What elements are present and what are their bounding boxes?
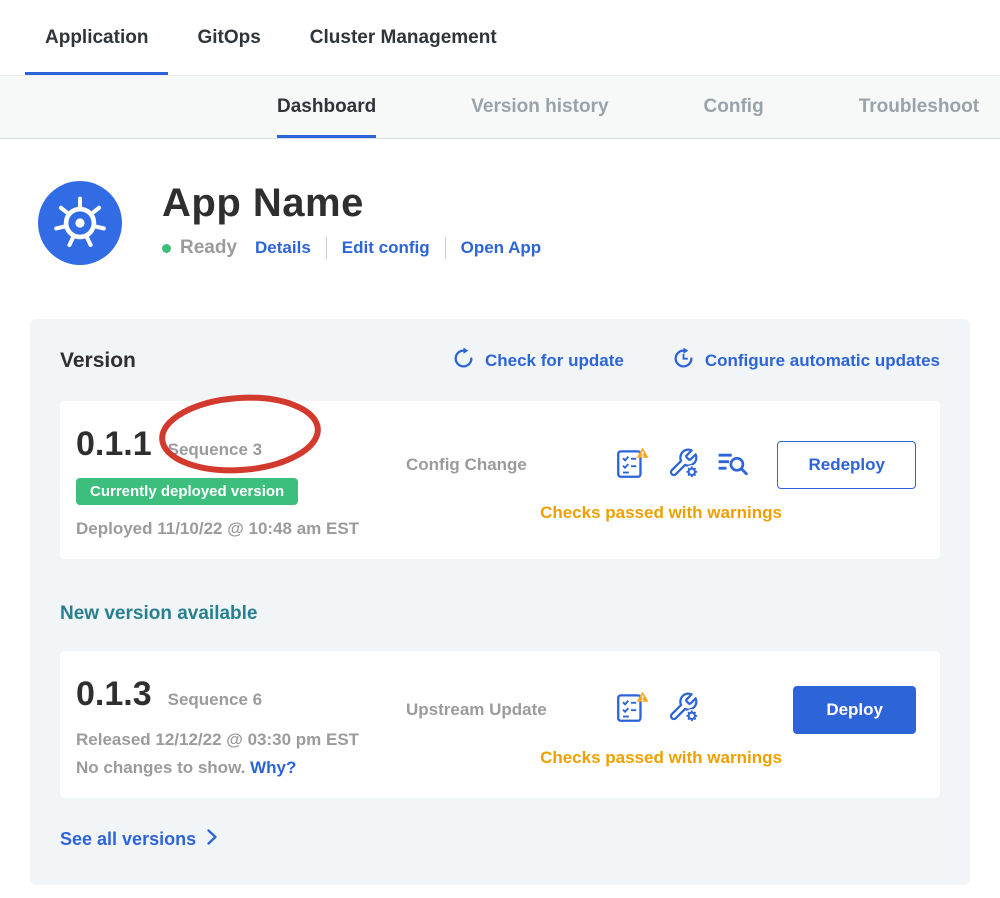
edit-config-link[interactable]: Edit config (342, 238, 430, 258)
why-link[interactable]: Why? (250, 758, 296, 777)
app-header-text: App Name Ready Details Edit config Open … (162, 181, 541, 259)
configure-automatic-updates-link[interactable]: Configure automatic updates (672, 347, 940, 375)
version-header-links: Check for update Configure automatic upd… (452, 347, 940, 375)
open-app-link[interactable]: Open App (461, 238, 542, 258)
current-version-actions: Config Change (406, 425, 916, 539)
details-link[interactable]: Details (255, 238, 311, 258)
kubernetes-logo-icon (38, 181, 122, 265)
app-name-title: App Name (162, 181, 541, 225)
new-version-checks-status: Checks passed with warnings (406, 748, 916, 768)
current-version-check-icons (614, 446, 750, 485)
current-version-card: 0.1.1 Sequence 3 Currently deployed vers… (60, 401, 940, 559)
divider (326, 237, 327, 259)
view-files-search-icon[interactable] (716, 447, 750, 484)
status-dot-icon (162, 244, 171, 253)
current-version-checks-status: Checks passed with warnings (406, 503, 916, 523)
new-version-info: 0.1.3 Sequence 6 Released 12/12/22 @ 03:… (76, 675, 406, 778)
check-for-update-label: Check for update (485, 351, 624, 371)
new-version-sequence: Sequence 6 (168, 690, 263, 710)
version-section-title: Version (60, 349, 136, 373)
current-version-source: Config Change (406, 455, 586, 475)
new-version-check-icons (614, 690, 700, 729)
primary-nav: Application GitOps Cluster Management (0, 0, 1000, 75)
version-section: Version Check for update (30, 319, 970, 885)
preflight-checklist-warning-icon[interactable] (614, 690, 650, 729)
redeploy-button[interactable]: Redeploy (777, 441, 916, 489)
deployed-timestamp: Deployed 11/10/22 @ 10:48 am EST (76, 519, 406, 539)
app-sub-nav: Dashboard Version history Config Trouble… (0, 75, 1000, 139)
tab-troubleshoot[interactable]: Troubleshoot (859, 76, 979, 138)
refresh-icon (452, 347, 475, 375)
new-version-actions: Upstream Update (406, 675, 916, 778)
no-changes-line: No changes to show. Why? (76, 758, 406, 778)
current-version-info: 0.1.1 Sequence 3 Currently deployed vers… (76, 425, 406, 539)
config-wrench-gear-icon[interactable] (666, 447, 700, 484)
tab-dashboard[interactable]: Dashboard (277, 76, 376, 138)
deploy-button[interactable]: Deploy (793, 686, 916, 734)
app-status-text: Ready (180, 237, 237, 259)
see-all-versions-label: See all versions (60, 829, 196, 850)
current-version-sequence: Sequence 3 (168, 440, 263, 460)
app-status-row: Ready Details Edit config Open App (162, 237, 541, 259)
version-section-header: Version Check for update (60, 347, 940, 375)
tab-config[interactable]: Config (704, 76, 764, 138)
preflight-checklist-warning-icon[interactable] (614, 446, 650, 485)
new-version-number: 0.1.3 (76, 675, 152, 714)
no-changes-text: No changes to show. (76, 758, 245, 777)
clock-refresh-icon (672, 347, 695, 375)
tab-application[interactable]: Application (25, 0, 168, 75)
chevron-right-icon (206, 828, 218, 851)
divider (445, 237, 446, 259)
config-wrench-gear-icon[interactable] (666, 691, 700, 728)
check-for-update-link[interactable]: Check for update (452, 347, 624, 375)
tab-gitops[interactable]: GitOps (177, 0, 280, 75)
current-version-number: 0.1.1 (76, 425, 152, 464)
see-all-versions-link[interactable]: See all versions (60, 828, 218, 851)
configure-automatic-updates-label: Configure automatic updates (705, 351, 940, 371)
deployed-badge: Currently deployed version (76, 478, 298, 505)
tab-version-history[interactable]: Version history (471, 76, 608, 138)
new-version-source: Upstream Update (406, 700, 586, 720)
new-version-card: 0.1.3 Sequence 6 Released 12/12/22 @ 03:… (60, 651, 940, 798)
released-timestamp: Released 12/12/22 @ 03:30 pm EST (76, 730, 406, 750)
tab-cluster-management[interactable]: Cluster Management (290, 0, 517, 75)
new-version-heading: New version available (60, 603, 940, 625)
app-header: App Name Ready Details Edit config Open … (38, 181, 1000, 265)
